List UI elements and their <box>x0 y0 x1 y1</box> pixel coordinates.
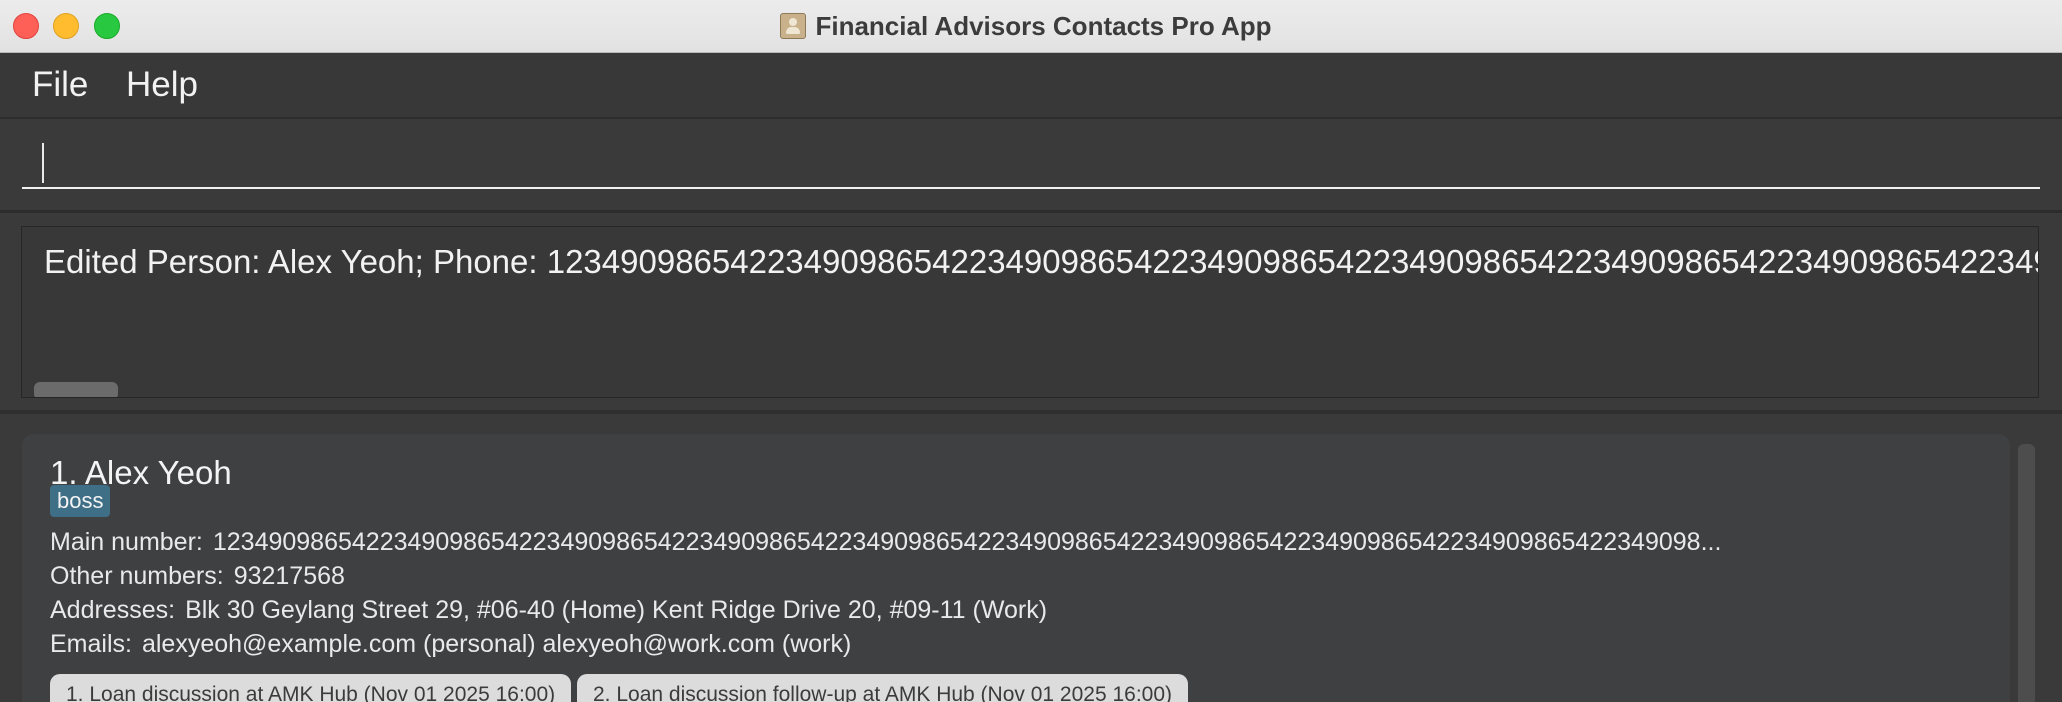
main-number-label: Main number: <box>50 528 203 556</box>
emails-value: alexyeoh@example.com (personal) alexyeoh… <box>141 630 852 658</box>
menu-bar: File Help <box>0 53 2062 119</box>
contact-book-icon <box>780 13 807 39</box>
addresses-row: Addresses: Blk 30 Geylang Street 29, #06-… <box>50 596 1047 625</box>
command-input[interactable] <box>22 135 2040 189</box>
title-bar: Financial Advisors Contacts Pro App <box>0 0 2062 53</box>
person-list: 1. Alex Yeoh boss Main number: 1234909865… <box>0 414 2062 702</box>
title-wrap: Financial Advisors Contacts Pro App <box>0 0 2062 52</box>
menu-file[interactable]: File <box>32 63 88 107</box>
person-card[interactable]: 1. Alex Yeoh boss Main number: 1234909865… <box>22 434 2010 702</box>
main-number-row: Main number: 1234909865422349098654223490… <box>50 528 1721 557</box>
emails-label: Emails: <box>50 630 132 658</box>
app-window: Financial Advisors Contacts Pro App File… <box>0 0 2062 702</box>
result-horizontal-scrollbar[interactable] <box>34 382 118 397</box>
emails-row: Emails: alexyeoh@example.com (personal) a… <box>50 630 851 659</box>
result-area: Edited Person: Alex Yeoh; Phone: 1234909… <box>0 213 2062 414</box>
addresses-value: Blk 30 Geylang Street 29, #06-40 (Home) … <box>185 596 1048 624</box>
text-caret <box>42 143 44 183</box>
addresses-label: Addresses: <box>50 596 176 624</box>
command-area <box>0 119 2062 213</box>
appointment-chip: 1. Loan discussion at AMK Hub (Nov 01 20… <box>50 674 572 702</box>
window-title: Financial Advisors Contacts Pro App <box>815 10 1272 41</box>
menu-help[interactable]: Help <box>126 63 198 107</box>
result-message: Edited Person: Alex Yeoh; Phone: 1234909… <box>44 243 2038 280</box>
main-number-value: 1234909865422349098654223490986542234909… <box>212 528 1722 556</box>
tag-badge: boss <box>50 485 111 517</box>
result-display[interactable]: Edited Person: Alex Yeoh; Phone: 1234909… <box>21 226 2039 398</box>
other-numbers-row: Other numbers: 93217568 <box>50 562 345 591</box>
other-numbers-label: Other numbers: <box>50 562 224 590</box>
other-numbers-value: 93217568 <box>233 562 345 590</box>
list-vertical-scrollbar[interactable] <box>2018 444 2035 702</box>
appointment-chip: 2. Loan discussion follow-up at AMK Hub … <box>577 674 1189 702</box>
